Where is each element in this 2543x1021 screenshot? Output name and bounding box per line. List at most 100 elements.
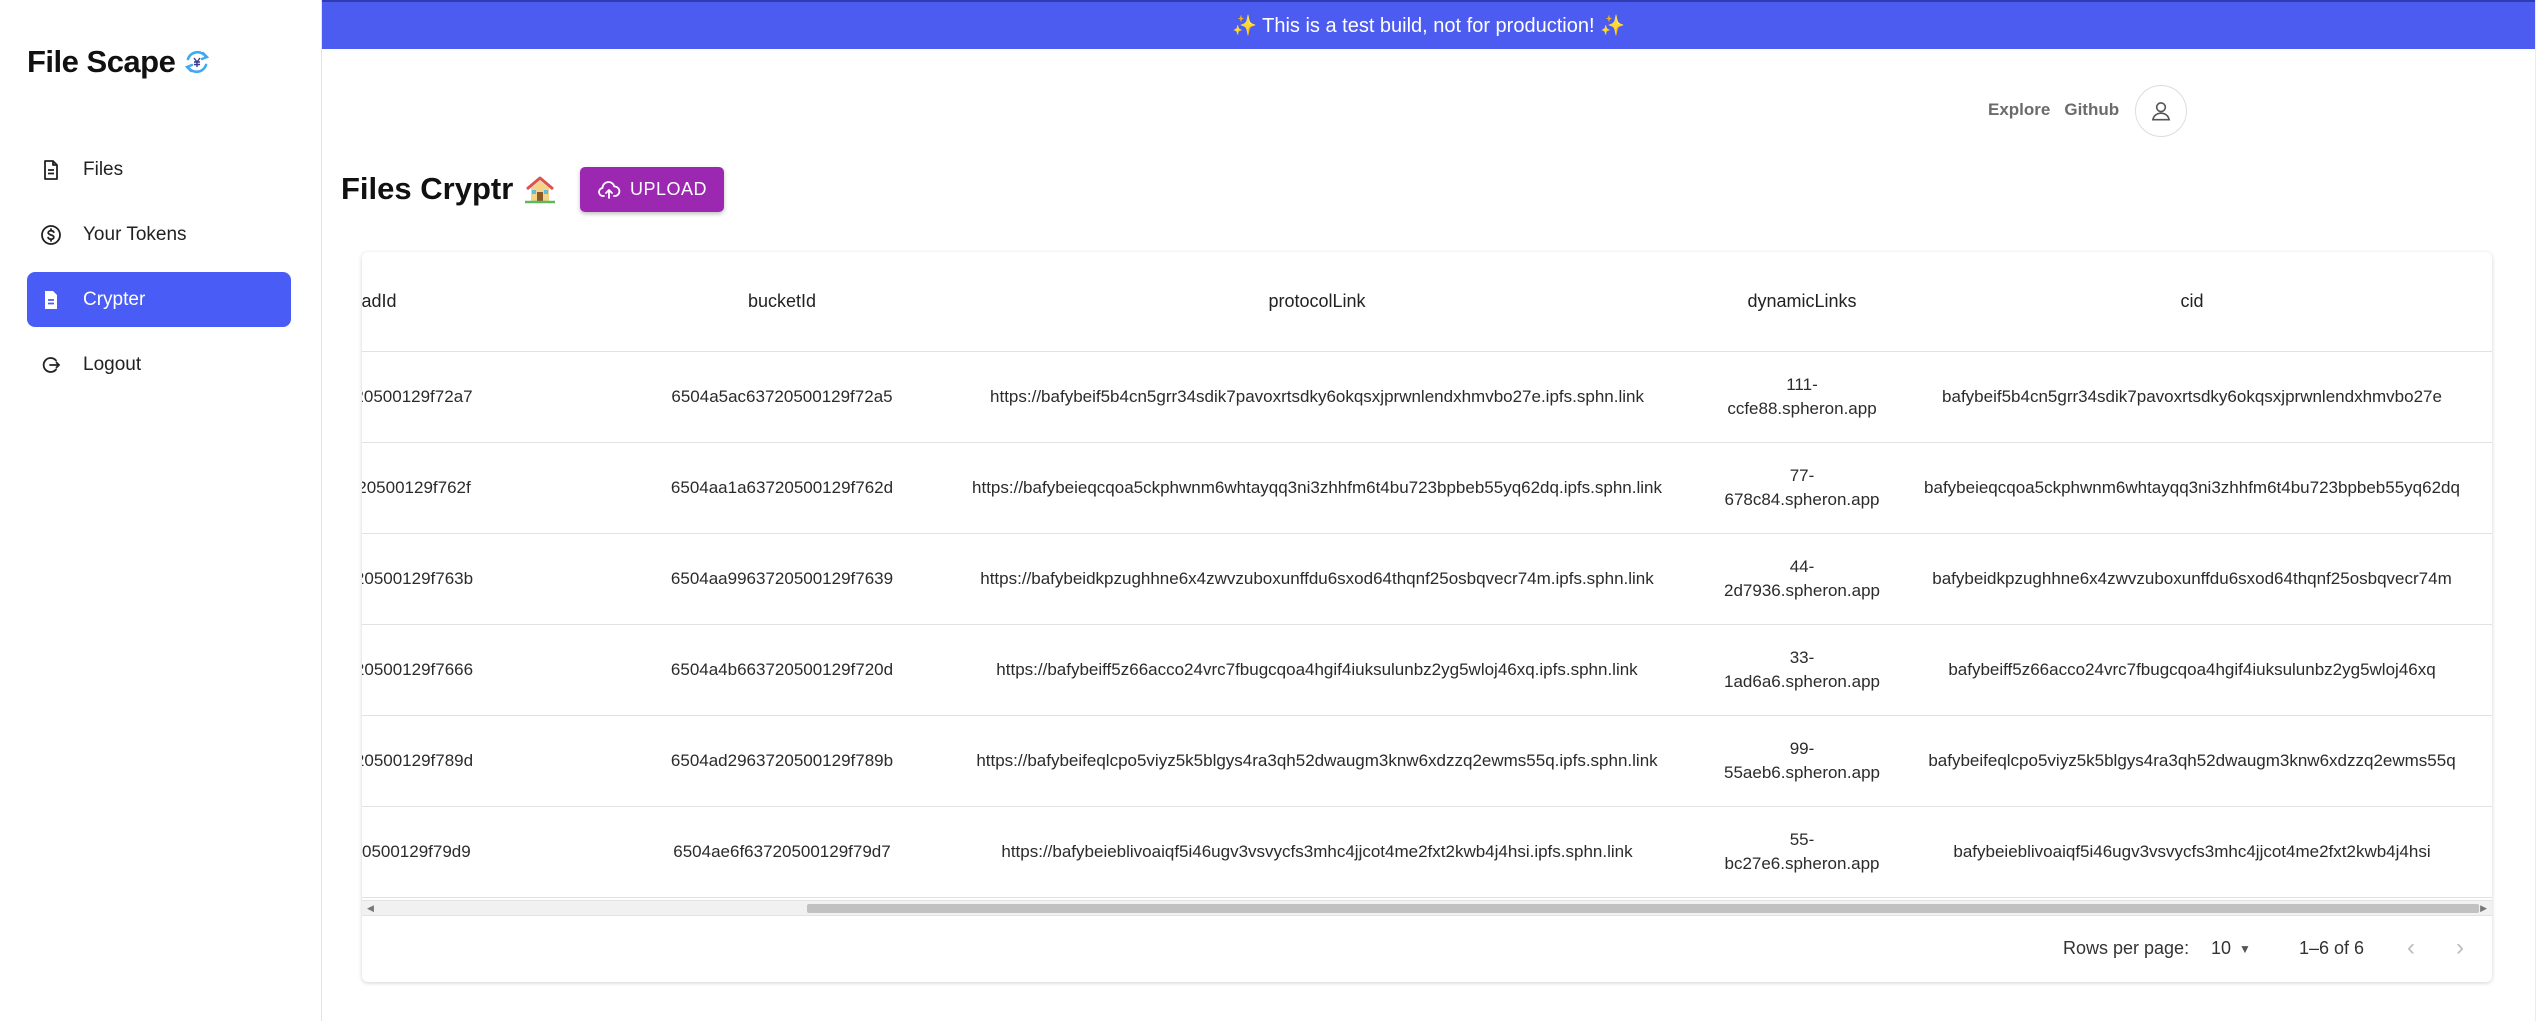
brand-name: File Scape — [27, 44, 176, 79]
table-row: 6504a5ac63720500129f72a7 6504a5ac63720500… — [362, 352, 2492, 443]
avatar[interactable] — [2135, 85, 2187, 137]
sidebar: File Scape Files Your Tokens Crypter Log… — [0, 0, 322, 1021]
dynamic-links-cell[interactable]: 55- bc27e6.spheron.app — [1702, 807, 1902, 897]
download-link[interactable]: download — [2482, 352, 2492, 442]
sidebar-item-label: Crypter — [83, 288, 146, 310]
scrollbar-thumb[interactable] — [807, 904, 2479, 913]
page-title-text: Files Cryptr — [341, 171, 514, 206]
upload-id-cell: 6504aa1a63720500129f762f — [362, 478, 471, 498]
file-icon — [44, 159, 58, 180]
upload-label: UPLOAD — [629, 179, 708, 199]
header-links: Explore Github — [1988, 100, 2119, 120]
horizontal-scrollbar[interactable]: ◀ ▶ — [362, 900, 2492, 915]
sidebar-item-files[interactable]: Files — [27, 142, 291, 197]
download-link[interactable]: download — [2482, 625, 2492, 715]
logout-icon — [42, 356, 61, 373]
bucket-id-cell: 6504ad2963720500129f789b — [670, 751, 894, 771]
dynamic-link-text: 99- 55aeb6.spheron.app — [1724, 737, 1880, 785]
cid-cell: bafybeiff5z66acco24vrc7fbugcqoa4hgif4iuk… — [1948, 660, 2436, 680]
download-link[interactable]: download — [2482, 443, 2492, 533]
bucket-id-cell: 6504aa9963720500129f7639 — [670, 569, 894, 589]
protocol-link-cell[interactable]: https://bafybeieqcqoa5ckphwnm6whtayqq3ni… — [932, 443, 1702, 533]
column-header-dynamiclinks[interactable]: dynamicLinks — [1702, 252, 1902, 351]
table-row: 6504ad2963720500129f789d 6504ad2963720500… — [362, 716, 2492, 807]
dynamic-link-line: 1ad6a6.spheron.app — [1724, 672, 1880, 691]
dynamic-links-cell[interactable]: 44- 2d7936.spheron.app — [1702, 534, 1902, 624]
test-build-banner: ✨ This is a test build, not for producti… — [322, 0, 2535, 49]
column-header-protocollink[interactable]: protocolLink — [932, 252, 1702, 351]
table-row: 6504ae6f63720500129f79d9 6504ae6f63720500… — [362, 807, 2492, 898]
pagination-range: 1–6 of 6 — [2299, 938, 2365, 958]
rows-per-page-select[interactable]: 10 ▼ — [2211, 938, 2251, 959]
table-row: 6504aa1a63720500129f762f 6504aa1a63720500… — [362, 443, 2492, 534]
bucket-id-cell: 6504a5ac63720500129f72a5 — [671, 387, 893, 407]
sidebar-item-label: Files — [83, 158, 124, 180]
protocol-link-cell[interactable]: https://bafybeiff5z66acco24vrc7fbugcqoa4… — [932, 625, 1702, 715]
dynamic-link-line: 33- — [1789, 648, 1815, 668]
protocol-link-cell[interactable]: https://bafybeidkpzughhne6x4zwvzuboxunff… — [932, 534, 1702, 624]
user-icon — [2151, 102, 2171, 121]
protocol-link-cell[interactable]: https://bafybeieblivoaiqf5i46ugv3vsvycfs… — [932, 807, 1702, 897]
dynamic-link-text: 44- 2d7936.spheron.app — [1724, 555, 1880, 603]
protocol-link-cell[interactable]: https://bafybeif5b4cn5grr34sdik7pavoxrts… — [932, 352, 1702, 442]
scroll-left-arrow-icon[interactable]: ◀ — [367, 903, 374, 914]
dynamic-links-cell[interactable]: 111- ccfe88.spheron.app — [1702, 352, 1902, 442]
sidebar-item-label: Logout — [83, 353, 142, 375]
column-header-download[interactable]: download — [2482, 252, 2492, 351]
bucket-id-cell: 6504a4b663720500129f720d — [670, 660, 894, 680]
scroll-right-arrow-icon[interactable]: ▶ — [2480, 903, 2487, 914]
download-link[interactable]: download — [2482, 534, 2492, 624]
cid-cell: bafybeif5b4cn5grr34sdik7pavoxrtsdky6okqs… — [1942, 387, 2442, 407]
dynamic-link-text: 77- 678c84.spheron.app — [1724, 464, 1879, 512]
table-row: 6504a4b663720500129f7666 6504a4b663720500… — [362, 625, 2492, 716]
github-link[interactable]: Github — [2064, 100, 2119, 120]
chevron-left-icon[interactable]: ‹ — [2407, 934, 2415, 962]
dynamic-link-line: 678c84.spheron.app — [1724, 490, 1880, 509]
table-row: 6504aa9963720500129f763b 6504aa9963720500… — [362, 534, 2492, 625]
dynamic-links-cell[interactable]: 77- 678c84.spheron.app — [1702, 443, 1902, 533]
column-header-uploadid[interactable]: uploadId — [362, 252, 632, 351]
download-link[interactable]: download — [2482, 716, 2492, 806]
dynamic-link-line: 2d7936.spheron.app — [1724, 581, 1880, 600]
dynamic-link-line: 77- — [1789, 466, 1815, 486]
upload-id-cell: 6504aa9963720500129f763b — [362, 569, 474, 589]
sync-icon — [185, 50, 210, 74]
dynamic-link-text: 55- bc27e6.spheron.app — [1724, 828, 1879, 876]
brand-logo[interactable]: File Scape — [27, 44, 213, 80]
explore-link[interactable]: Explore — [1988, 100, 2050, 120]
upload-id-cell: 6504ae6f63720500129f79d9 — [362, 842, 471, 862]
dynamic-link-line: 55- — [1789, 830, 1815, 850]
house-icon — [525, 176, 556, 204]
table-header-row: uploadId bucketId protocolLink dynamicLi… — [362, 252, 2492, 352]
dynamic-link-line: 99- — [1789, 739, 1815, 759]
cloud-upload-icon — [598, 180, 621, 199]
rows-per-page-value: 10 — [2211, 938, 2232, 958]
sidebar-item-your-tokens[interactable]: Your Tokens — [27, 207, 291, 262]
cid-cell: bafybeifeqlcpo5viyz5k5blgys4ra3qh52dwaug… — [1928, 751, 2456, 771]
dynamic-link-line: 44- — [1789, 557, 1815, 577]
protocol-link-cell[interactable]: https://bafybeifeqlcpo5viyz5k5blgys4ra3q… — [932, 716, 1702, 806]
sidebar-item-crypter[interactable]: Crypter — [27, 272, 291, 327]
banner-text: ✨ This is a test build, not for producti… — [1232, 15, 1625, 37]
cid-cell: bafybeieblivoaiqf5i46ugv3vsvycfs3mhc4jjc… — [1953, 842, 2431, 862]
column-header-cid[interactable]: cid — [1902, 252, 2482, 351]
download-link[interactable]: download — [2482, 807, 2492, 897]
dynamic-link-line: 55aeb6.spheron.app — [1724, 763, 1880, 782]
dollar-circle-icon — [41, 224, 61, 245]
caret-down-icon: ▼ — [2239, 941, 2251, 956]
window-edge — [2535, 0, 2543, 1021]
upload-button[interactable]: UPLOAD — [580, 167, 724, 212]
sidebar-item-label: Your Tokens — [83, 223, 187, 245]
dynamic-links-cell[interactable]: 33- 1ad6a6.spheron.app — [1702, 625, 1902, 715]
files-table: uploadId bucketId protocolLink dynamicLi… — [362, 252, 2492, 982]
column-header-bucketid[interactable]: bucketId — [632, 252, 932, 351]
dynamic-links-cell[interactable]: 99- 55aeb6.spheron.app — [1702, 716, 1902, 806]
upload-id-cell: 6504a4b663720500129f7666 — [362, 660, 474, 680]
page-title: Files Cryptr — [341, 171, 557, 207]
cid-cell: bafybeidkpzughhne6x4zwvzuboxunffdu6sxod6… — [1932, 569, 2452, 589]
chevron-right-icon[interactable]: › — [2456, 934, 2464, 962]
dynamic-link-line: 111- — [1786, 375, 1818, 395]
sidebar-item-logout[interactable]: Logout — [27, 337, 291, 392]
bucket-id-cell: 6504ae6f63720500129f79d7 — [673, 842, 891, 862]
upload-id-cell: 6504a5ac63720500129f72a7 — [362, 387, 473, 407]
